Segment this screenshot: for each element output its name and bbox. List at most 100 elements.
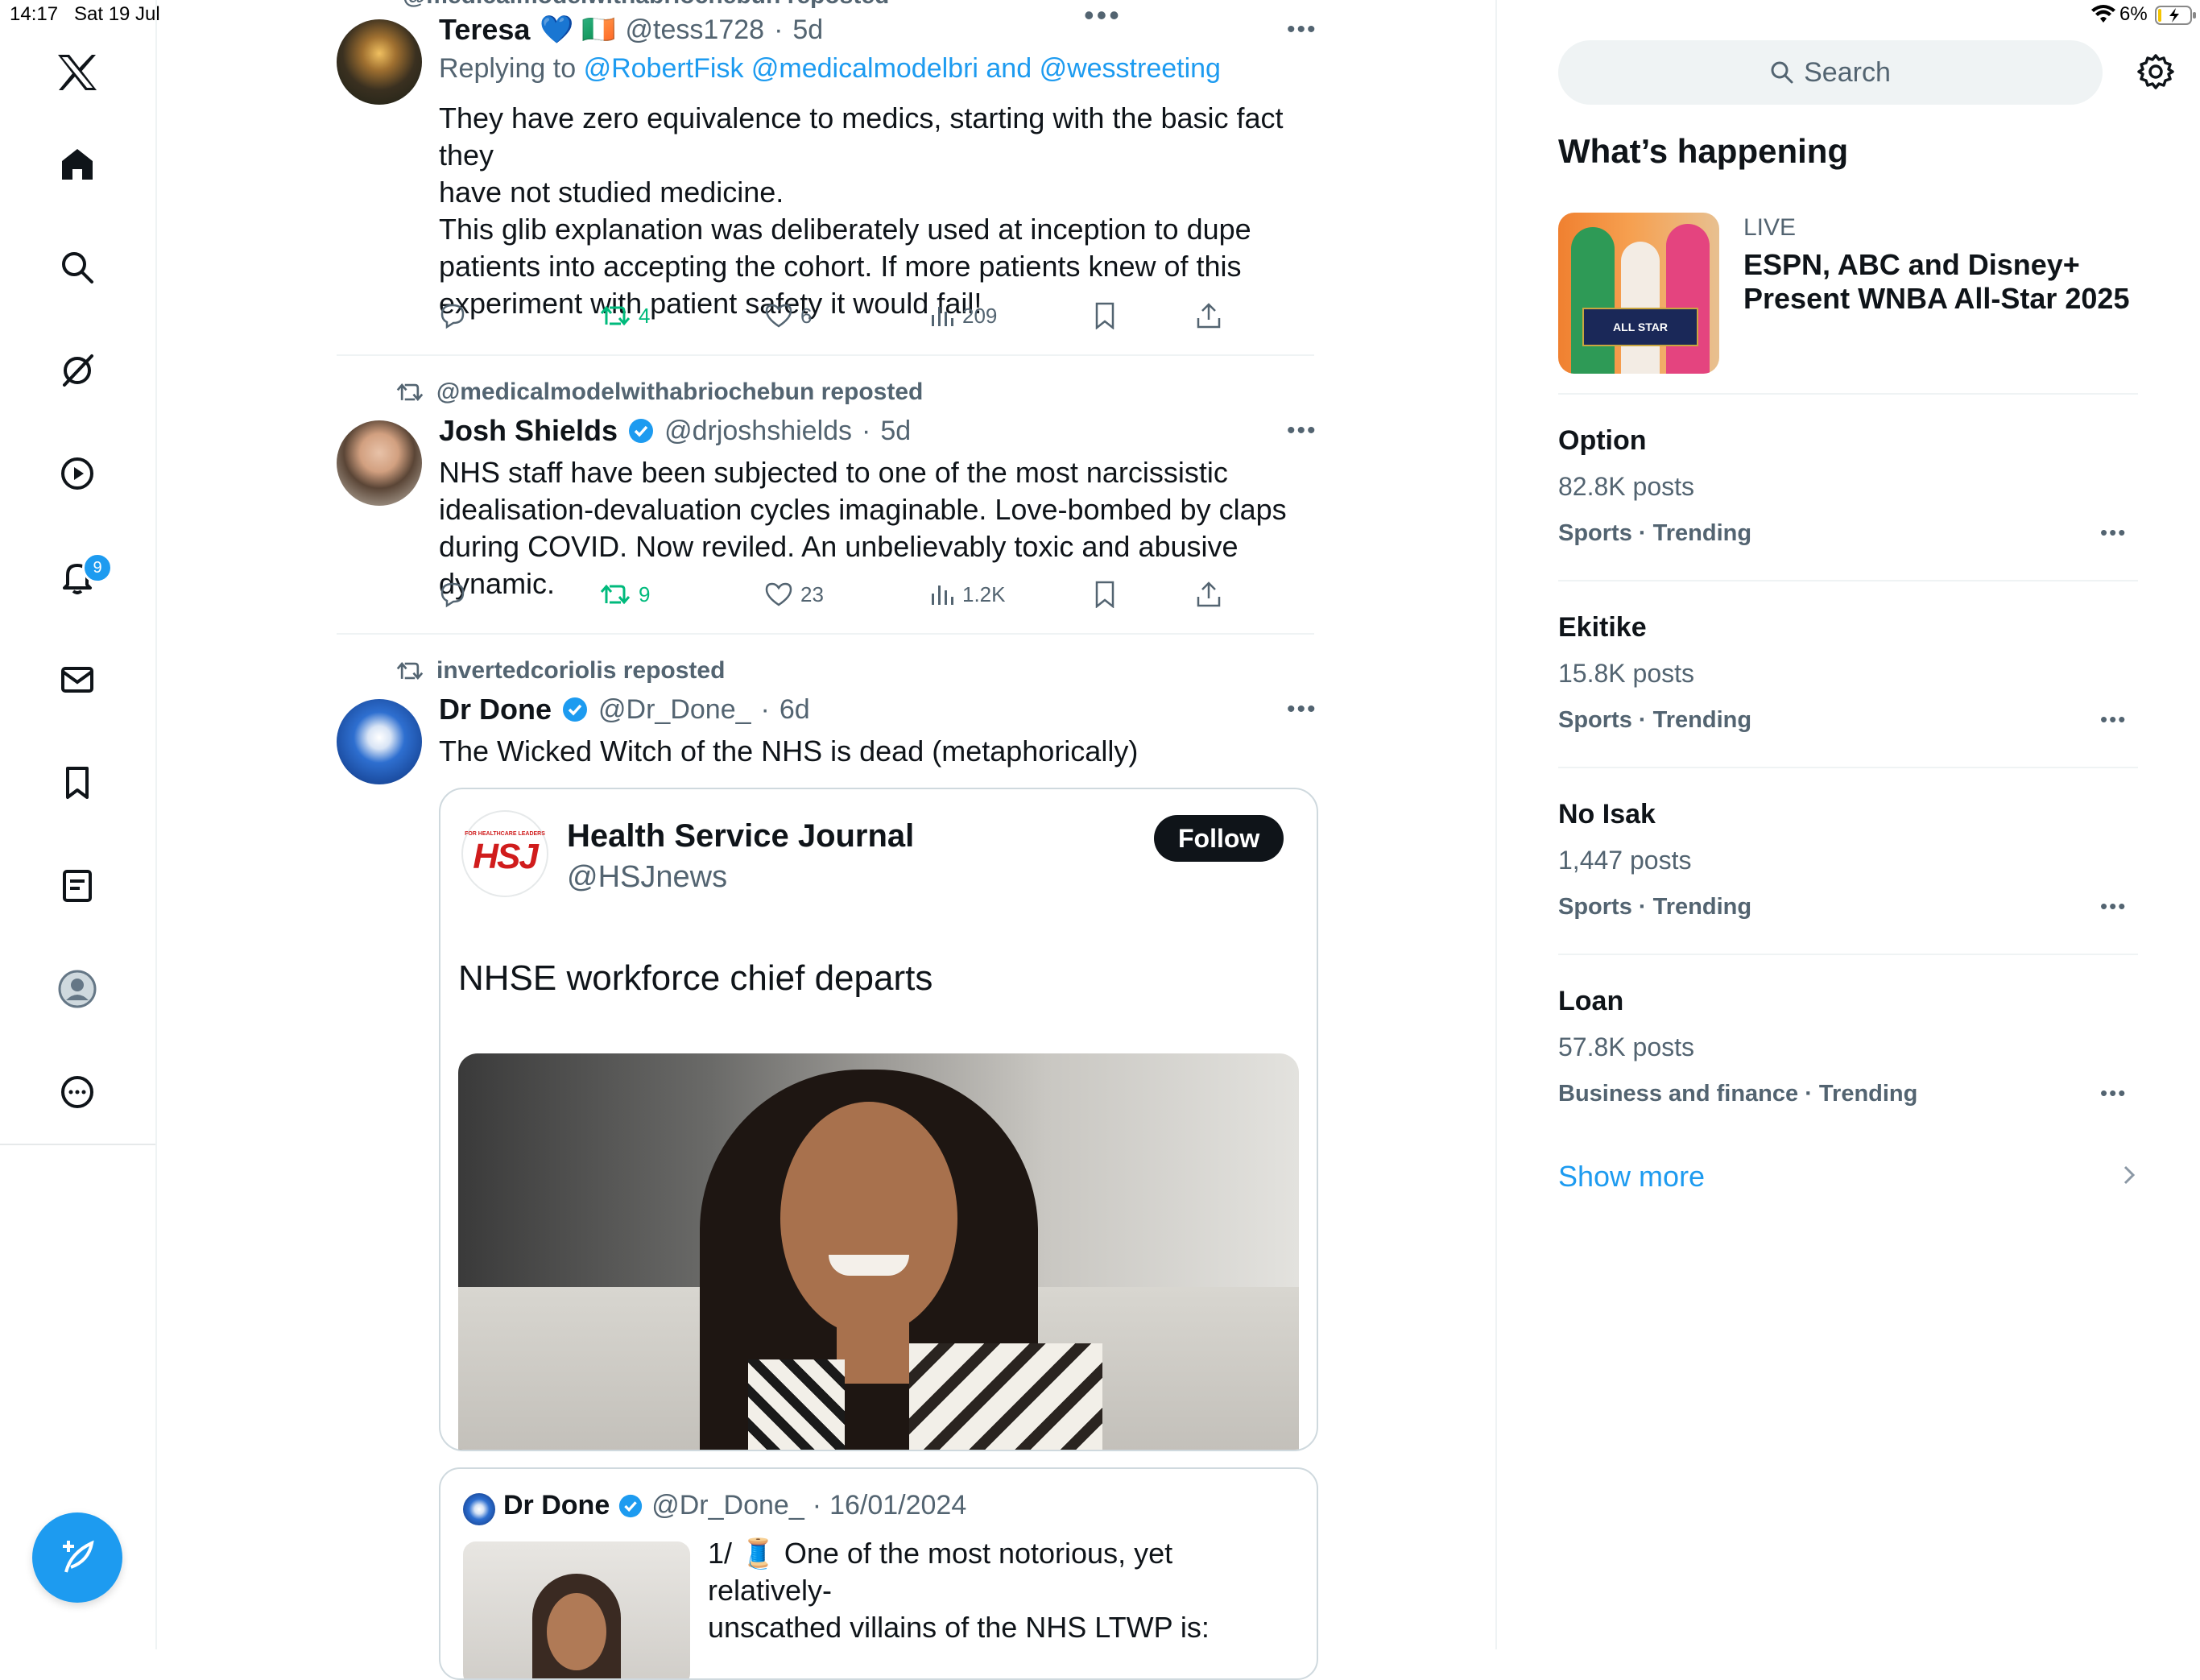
- grok-icon[interactable]: [53, 346, 101, 395]
- author-handle[interactable]: @Dr_Done_: [598, 694, 751, 726]
- like-button[interactable]: 6: [765, 304, 812, 329]
- search-icon: [1771, 61, 1793, 84]
- verified-badge-icon: [619, 1494, 643, 1517]
- post-time[interactable]: 5d: [880, 416, 911, 447]
- retweet-button[interactable]: 4: [600, 304, 650, 329]
- repost-label[interactable]: @medicalmodelwithabriochebun reposted: [436, 379, 923, 406]
- text-line: unscathed villains of the NHS LTWP is:: [708, 1611, 1210, 1644]
- tweet-more-icon[interactable]: •••: [1287, 696, 1317, 723]
- follow-button[interactable]: Follow: [1154, 815, 1284, 862]
- replying-targets[interactable]: @RobertFisk @medicalmodelbri and @wesstr…: [584, 53, 1221, 84]
- embedded-post-card[interactable]: FOR HEALTHCARE LEADERS HSJ Health Servic…: [439, 788, 1318, 1451]
- live-event-title[interactable]: ESPN, ABC and Disney+ Present WNBA All-S…: [1743, 248, 2129, 316]
- sidebar-divider: [1558, 767, 2138, 768]
- search-bar[interactable]: Search: [1558, 40, 2103, 105]
- author-name[interactable]: Josh Shields: [439, 414, 618, 448]
- trend-more-icon[interactable]: •••: [2100, 1081, 2127, 1106]
- card-headline: NHSE workforce chief departs: [458, 958, 933, 998]
- dr-done-avatar[interactable]: [337, 699, 422, 784]
- trend-more-icon[interactable]: •••: [2100, 707, 2127, 732]
- home-icon[interactable]: [53, 140, 101, 188]
- header-dots-icon[interactable]: •••: [1084, 0, 1122, 32]
- views-bar-chart-icon: [932, 307, 953, 326]
- sidebar-divider: [1558, 954, 2138, 955]
- all-star-logo: ALL STAR: [1582, 308, 1698, 346]
- views-bar-chart-icon: [932, 586, 953, 605]
- author-handle[interactable]: @tess1728: [626, 14, 765, 46]
- share-button[interactable]: [1196, 581, 1222, 608]
- more-options-icon[interactable]: [53, 1068, 101, 1116]
- live-event-thumbnail[interactable]: ALL STAR: [1558, 213, 1719, 374]
- card-account-handle[interactable]: @HSJnews: [567, 860, 727, 895]
- profile-icon[interactable]: [53, 965, 101, 1013]
- repost-indicator: invertedcoriolis reposted: [396, 657, 725, 685]
- trend-post-count: 57.8K posts: [1558, 1032, 1694, 1061]
- trend-more-icon[interactable]: •••: [2100, 520, 2127, 545]
- trend-item[interactable]: No Isak: [1558, 799, 1656, 830]
- show-more-link[interactable]: Show more: [1558, 1160, 1705, 1194]
- quoted-author-name[interactable]: Dr Done: [503, 1490, 610, 1521]
- author-name[interactable]: Teresa: [439, 13, 530, 47]
- author-handle[interactable]: @drjoshshields: [664, 416, 852, 447]
- retweet-button[interactable]: 9: [600, 582, 650, 607]
- quoted-author-handle[interactable]: @Dr_Done_: [651, 1490, 804, 1521]
- trend-meta: Sports · Trending: [1558, 894, 1752, 920]
- separator-dot: ·: [760, 693, 770, 725]
- tweet-text: They have zero equivalence to medics, st…: [439, 100, 1325, 322]
- trend-item[interactable]: Ekitike: [1558, 612, 1647, 643]
- reply-icon: [440, 582, 465, 608]
- search-icon[interactable]: [53, 243, 101, 292]
- whats-happening-title: What’s happening: [1558, 132, 1849, 170]
- retweet-count: 9: [639, 581, 651, 606]
- retweet-icon: [600, 305, 631, 326]
- bookmark-button[interactable]: [1094, 581, 1116, 608]
- repost-label[interactable]: invertedcoriolis reposted: [436, 657, 725, 685]
- views-button[interactable]: 1.2K: [930, 582, 1006, 607]
- reply-icon: [440, 304, 465, 329]
- bookmarks-icon[interactable]: [53, 759, 101, 807]
- quoted-post-card[interactable]: Dr Done @Dr_Done_ · 16/01/2024 1/ 🧵 One …: [439, 1467, 1318, 1680]
- tweet-more-icon[interactable]: •••: [1287, 16, 1317, 43]
- chevron-right-icon[interactable]: [2121, 1163, 2137, 1191]
- trend-post-count: 15.8K posts: [1558, 659, 1694, 688]
- post-time[interactable]: 5d: [792, 14, 823, 46]
- text-line: idealisation-devaluation cycles imaginab…: [439, 493, 1287, 526]
- bookmark-icon: [1095, 302, 1114, 329]
- trend-item[interactable]: Option: [1558, 425, 1647, 457]
- quoted-author-avatar[interactable]: [463, 1493, 495, 1525]
- card-account-name[interactable]: Health Service Journal: [567, 818, 914, 854]
- teresa-avatar[interactable]: [337, 19, 422, 105]
- tweet-more-icon[interactable]: •••: [1287, 417, 1317, 445]
- trend-title: Ekitike: [1558, 612, 1647, 643]
- views-button[interactable]: 209: [930, 304, 997, 329]
- reply-button[interactable]: [439, 581, 466, 608]
- quoted-thumbnail[interactable]: [463, 1541, 690, 1678]
- trend-more-icon[interactable]: •••: [2100, 894, 2127, 919]
- share-button[interactable]: [1196, 302, 1222, 329]
- battery-percent: 6%: [2119, 3, 2148, 25]
- lists-icon[interactable]: [53, 862, 101, 910]
- trend-meta: Sports · Trending: [1558, 520, 1752, 546]
- trend-item[interactable]: Loan: [1558, 986, 1623, 1017]
- tweet-header: Dr Done @Dr_Done_ · 6d: [439, 693, 810, 726]
- quoted-header: Dr Done @Dr_Done_ · 16/01/2024: [503, 1490, 966, 1521]
- compose-post-button[interactable]: [32, 1512, 122, 1603]
- card-photo[interactable]: [458, 1053, 1299, 1450]
- bookmark-button[interactable]: [1094, 302, 1116, 329]
- text-line: patients into accepting the cohort. If m…: [439, 250, 1242, 283]
- tweet-divider: [337, 633, 1314, 635]
- x-logo-icon[interactable]: [53, 48, 101, 97]
- reply-button[interactable]: [439, 302, 466, 329]
- text-line: This glib explanation was deliberately u…: [439, 213, 1251, 246]
- like-button[interactable]: 23: [765, 582, 824, 607]
- messages-envelope-icon[interactable]: [53, 656, 101, 704]
- josh-shields-avatar[interactable]: [337, 420, 422, 506]
- video-icon[interactable]: [53, 449, 101, 498]
- quoted-text: 1/ 🧵 One of the most notorious, yet rela…: [708, 1535, 1304, 1646]
- post-time[interactable]: 6d: [780, 694, 810, 726]
- hsj-logo-avatar[interactable]: FOR HEALTHCARE LEADERS HSJ: [461, 810, 548, 897]
- settings-gear-icon[interactable]: [2137, 53, 2174, 94]
- trend-meta: Sports · Trending: [1558, 707, 1752, 733]
- author-name[interactable]: Dr Done: [439, 693, 552, 726]
- name-emojis: 💙 🇮🇪: [540, 14, 616, 45]
